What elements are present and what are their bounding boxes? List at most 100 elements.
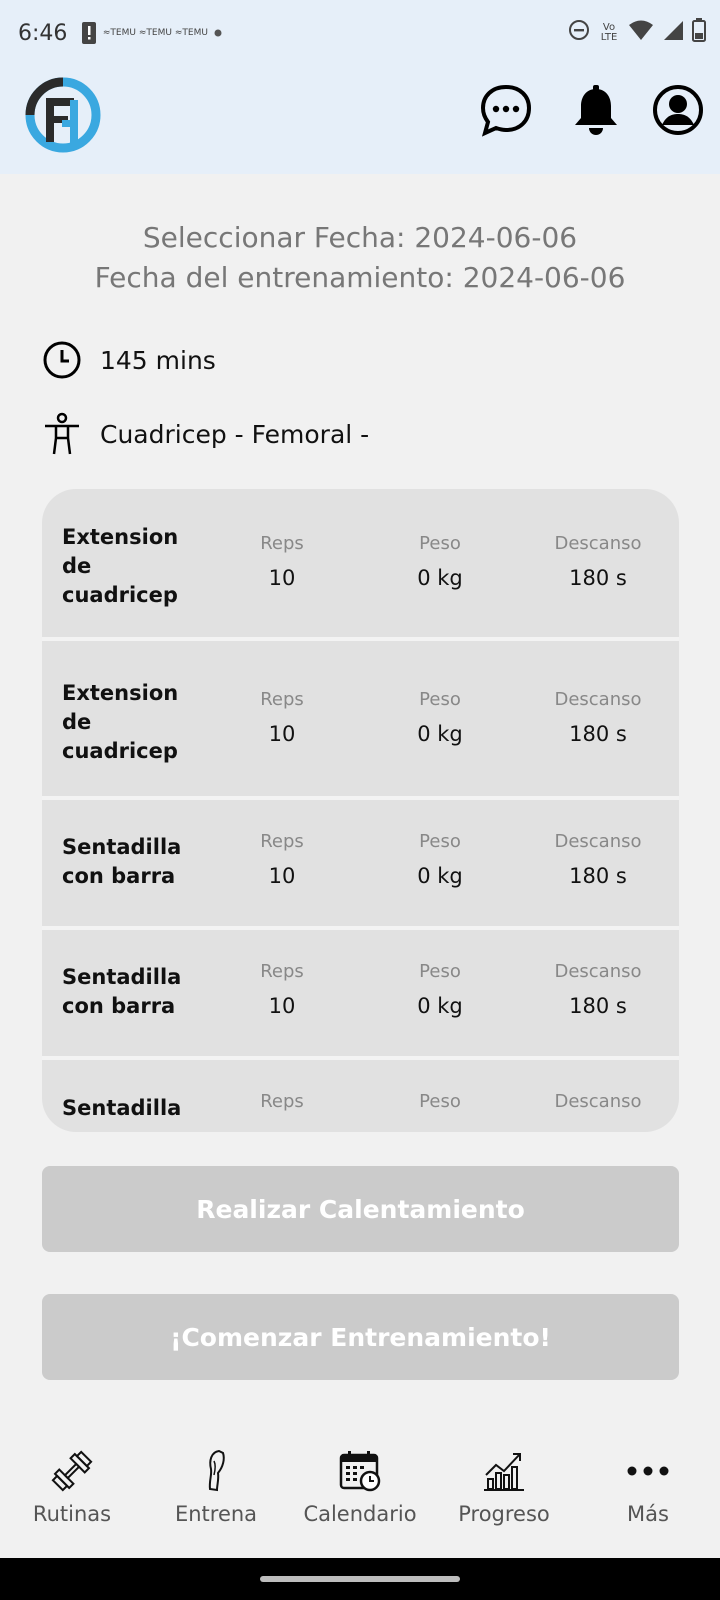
reps-label: Reps bbox=[260, 689, 304, 710]
account-icon bbox=[653, 85, 703, 135]
weight-label: Peso bbox=[419, 1091, 461, 1112]
rest-column: Descanso 180 s bbox=[528, 831, 668, 888]
nav-label: Rutinas bbox=[32, 1502, 112, 1526]
date-info: Seleccionar Fecha: 2024-06-06 Fecha del … bbox=[0, 218, 720, 298]
nav-rutinas[interactable]: Rutinas bbox=[0, 1426, 144, 1558]
app-logo[interactable] bbox=[24, 76, 102, 154]
rest-column: Descanso 180 s bbox=[528, 533, 668, 590]
nav-calendario[interactable]: Calendario bbox=[288, 1426, 432, 1558]
bottom-nav: Rutinas Entrena Calendario Progreso Más bbox=[0, 1426, 720, 1558]
chart-icon bbox=[484, 1453, 524, 1491]
reps-label: Reps bbox=[260, 961, 304, 982]
battery-icon bbox=[692, 18, 706, 48]
status-time: 6:46 bbox=[18, 20, 68, 46]
weight-column: Peso 0 kg bbox=[370, 961, 510, 1018]
rest-label: Descanso bbox=[554, 689, 642, 710]
nav-label: Progreso bbox=[458, 1502, 550, 1526]
reps-column: Reps 10 bbox=[212, 689, 352, 746]
rest-label: Descanso bbox=[554, 831, 642, 852]
chat-button[interactable] bbox=[478, 82, 534, 138]
duration-text: 145 mins bbox=[100, 345, 216, 375]
rest-value: 180 s bbox=[569, 994, 627, 1018]
weight-column: Peso 0 kg bbox=[370, 689, 510, 746]
exercise-row[interactable]: Extension de cuadricep Reps 10 Peso 0 kg… bbox=[42, 489, 679, 641]
reps-label: Reps bbox=[260, 1091, 304, 1112]
temu-icon: ≈ TEMU bbox=[138, 27, 172, 38]
profile-button[interactable] bbox=[650, 82, 706, 138]
reps-column: Reps 10 bbox=[212, 831, 352, 888]
rest-column: Descanso bbox=[528, 1091, 668, 1112]
home-gesture-handle[interactable] bbox=[260, 1576, 460, 1582]
nav-mas[interactable]: Más bbox=[576, 1426, 720, 1558]
rest-value: 180 s bbox=[569, 722, 627, 746]
nav-label: Calendario bbox=[303, 1502, 417, 1526]
exercise-name: Sentadilla con barra bbox=[62, 835, 182, 888]
bell-icon bbox=[575, 85, 617, 135]
reps-value: 10 bbox=[268, 864, 296, 888]
weight-value: 0 kg bbox=[417, 722, 463, 746]
muscles-row: Cuadricep - Femoral - bbox=[40, 412, 369, 456]
reps-value: 10 bbox=[268, 994, 296, 1018]
leg-icon bbox=[208, 1449, 225, 1492]
rest-label: Descanso bbox=[554, 961, 642, 982]
dumbbell-icon bbox=[51, 1450, 93, 1492]
exercise-name: Extension de cuadricep bbox=[62, 681, 179, 763]
exercise-name: Sentadilla bbox=[62, 1096, 182, 1120]
wifi-icon bbox=[628, 19, 654, 47]
weight-column: Peso 0 kg bbox=[370, 533, 510, 590]
rest-value: 180 s bbox=[569, 864, 627, 888]
exercise-list[interactable]: Extension de cuadricep Reps 10 Peso 0 kg… bbox=[42, 489, 679, 1132]
notifications-button[interactable] bbox=[568, 82, 624, 138]
calendar-icon bbox=[339, 1451, 381, 1492]
nav-label: Más bbox=[627, 1502, 669, 1526]
rest-value: 180 s bbox=[569, 566, 627, 590]
app-header bbox=[0, 66, 720, 174]
more-icon bbox=[627, 1466, 669, 1476]
rest-column: Descanso 180 s bbox=[528, 689, 668, 746]
temu-icon: ≈ TEMU bbox=[174, 27, 208, 38]
weight-value: 0 kg bbox=[417, 566, 463, 590]
chat-icon bbox=[480, 84, 532, 137]
reps-column: Reps 10 bbox=[212, 961, 352, 1018]
weight-value: 0 kg bbox=[417, 864, 463, 888]
rest-label: Descanso bbox=[554, 533, 642, 554]
weight-column: Peso 0 kg bbox=[370, 831, 510, 888]
system-nav-bar bbox=[0, 1558, 720, 1600]
dnd-icon bbox=[568, 19, 590, 47]
reps-column: Reps 10 bbox=[212, 533, 352, 590]
reps-value: 10 bbox=[268, 722, 296, 746]
start-workout-button[interactable]: ¡Comenzar Entrenamiento! bbox=[42, 1294, 679, 1380]
volte-icon: Vo LTE bbox=[600, 22, 618, 43]
exercise-row[interactable]: Sentadilla Reps Peso Descanso bbox=[42, 1060, 679, 1132]
reps-label: Reps bbox=[260, 533, 304, 554]
selected-date[interactable]: Seleccionar Fecha: 2024-06-06 bbox=[0, 218, 720, 258]
signal-icon bbox=[662, 19, 684, 47]
exercise-name: Sentadilla con barra bbox=[62, 965, 182, 1018]
weight-label: Peso bbox=[419, 961, 461, 982]
body-icon bbox=[40, 412, 84, 456]
exercise-row[interactable]: Sentadilla con barra Reps 10 Peso 0 kg D… bbox=[42, 930, 679, 1060]
alert-icon bbox=[81, 21, 97, 45]
exercise-row[interactable]: Extension de cuadricep Reps 10 Peso 0 kg… bbox=[42, 641, 679, 800]
weight-label: Peso bbox=[419, 533, 461, 554]
reps-label: Reps bbox=[260, 831, 304, 852]
duration-row: 145 mins bbox=[40, 338, 216, 382]
weight-column: Peso bbox=[370, 1091, 510, 1112]
weight-label: Peso bbox=[419, 689, 461, 710]
nav-label: Entrena bbox=[174, 1502, 258, 1526]
exercise-name: Extension de cuadricep bbox=[62, 525, 179, 607]
exercise-row[interactable]: Sentadilla con barra Reps 10 Peso 0 kg D… bbox=[42, 800, 679, 930]
weight-label: Peso bbox=[419, 831, 461, 852]
nav-entrena[interactable]: Entrena bbox=[144, 1426, 288, 1558]
weight-value: 0 kg bbox=[417, 994, 463, 1018]
status-bar: 6:46 ≈ TEMU ≈ TEMU ≈ TEMU Vo LTE bbox=[0, 0, 720, 66]
dot-icon bbox=[213, 28, 223, 38]
rest-label: Descanso bbox=[554, 1091, 642, 1112]
training-date: Fecha del entrenamiento: 2024-06-06 bbox=[94, 261, 626, 294]
nav-progreso[interactable]: Progreso bbox=[432, 1426, 576, 1558]
reps-value: 10 bbox=[268, 566, 296, 590]
temu-icon: ≈ TEMU bbox=[102, 27, 136, 38]
rest-column: Descanso 180 s bbox=[528, 961, 668, 1018]
warmup-button[interactable]: Realizar Calentamiento bbox=[42, 1166, 679, 1252]
muscles-text: Cuadricep - Femoral - bbox=[100, 419, 370, 449]
